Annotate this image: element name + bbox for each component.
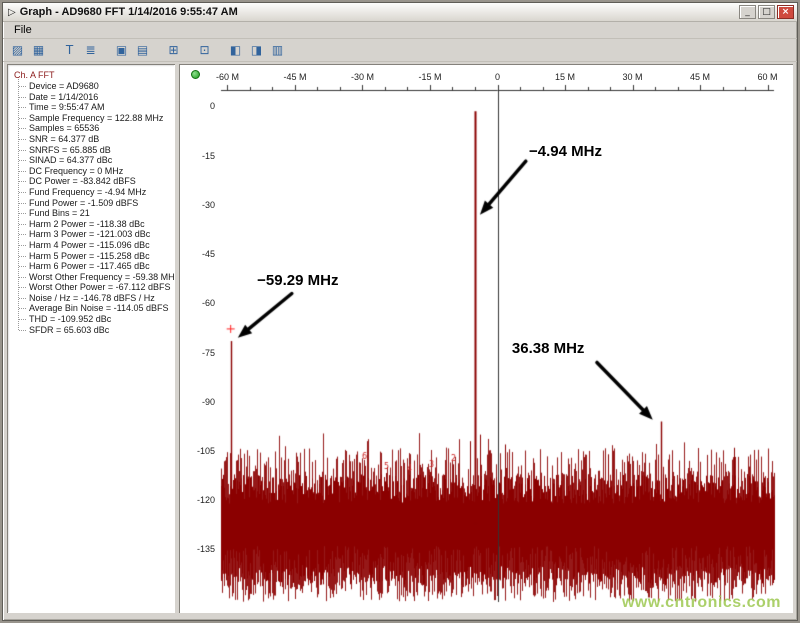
zoom-fit-button[interactable]: ◨: [246, 41, 267, 60]
titlebar: ▷ Graph - AD9680 FFT 1/14/2016 9:55:47 A…: [3, 3, 797, 22]
tree-root-ch-a-fft[interactable]: Ch. A FFT: [14, 70, 173, 81]
graph-window: ▷ Graph - AD9680 FFT 1/14/2016 9:55:47 A…: [2, 2, 798, 621]
tree-item[interactable]: Date = 1/14/2016: [18, 92, 173, 103]
toolbar-group: T≣: [59, 41, 101, 60]
tree-children: Device = AD9680Date = 1/14/2016Time = 9:…: [18, 81, 173, 335]
tree-item[interactable]: Device = AD9680: [18, 81, 173, 92]
toolbar-group: ⊞: [163, 41, 184, 60]
y-tick-label: -45: [183, 249, 215, 259]
close-button[interactable]: ×: [777, 5, 794, 19]
tree-item[interactable]: Harm 2 Power = -118.38 dBc: [18, 219, 173, 230]
zoom-y-button[interactable]: ▥: [267, 41, 288, 60]
toolbar: ▨▦ T≣ ▣▤ ⊞ ⊡ ◧◨▥: [3, 39, 797, 62]
x-tick-label: -60 M: [216, 72, 239, 82]
y-tick-label: -90: [183, 397, 215, 407]
trace-list-button[interactable]: ≣: [80, 41, 101, 60]
x-tick-label: 30 M: [622, 72, 642, 82]
minimize-button[interactable]: _: [739, 5, 756, 19]
x-tick-label: 45 M: [690, 72, 710, 82]
annotation-label: 36.38 MHz: [512, 340, 585, 357]
content-area: Ch. A FFT Device = AD9680Date = 1/14/201…: [3, 62, 797, 620]
x-tick-label: -30 M: [351, 72, 374, 82]
tree-item[interactable]: Samples = 65536: [18, 123, 173, 134]
x-tick-label: -45 M: [283, 72, 306, 82]
zoom-x-button[interactable]: ◧: [225, 41, 246, 60]
data-window-button[interactable]: ▦: [28, 41, 49, 60]
tree-item[interactable]: Noise / Hz = -146.78 dBFS / Hz: [18, 293, 173, 304]
y-tick-label: -75: [183, 348, 215, 358]
x-tick-label: 60 M: [758, 72, 778, 82]
tree-item[interactable]: Fund Frequency = -4.94 MHz: [18, 187, 173, 198]
save-button[interactable]: ▣: [111, 41, 132, 60]
maximize-button[interactable]: □: [758, 5, 775, 19]
menubar: File: [3, 22, 797, 39]
tree-item[interactable]: SNRFS = 65.885 dB: [18, 145, 173, 156]
tree-item[interactable]: SFDR = 65.603 dBc: [18, 325, 173, 336]
y-tick-label: -105: [183, 446, 215, 456]
export-button[interactable]: ▤: [132, 41, 153, 60]
x-tick-label: -15 M: [418, 72, 441, 82]
tree-item[interactable]: THD = -109.952 dBc: [18, 314, 173, 325]
status-led-icon: [191, 70, 200, 79]
window-title: Graph - AD9680 FFT 1/14/2016 9:55:47 AM: [20, 6, 737, 18]
tree-item[interactable]: Harm 3 Power = -121.003 dBc: [18, 229, 173, 240]
app-icon: ▷: [8, 7, 16, 18]
chart-canvas[interactable]: [179, 64, 793, 613]
annotation-label: −59.29 MHz: [257, 272, 338, 289]
toolbar-group: ▨▦: [7, 41, 49, 60]
x-tick-label: 0: [495, 72, 500, 82]
toolbar-group: ⊡: [194, 41, 215, 60]
tree-item[interactable]: Fund Power = -1.509 dBFS: [18, 198, 173, 209]
chart-panel: www.cntronics.com -60 M -45 M -30 M -15 M 0 1…: [179, 64, 793, 613]
x-tick-label: 15 M: [555, 72, 575, 82]
tree-item[interactable]: SNR = 64.377 dB: [18, 134, 173, 145]
markers-toggle-button[interactable]: ⊡: [194, 41, 215, 60]
tree-item[interactable]: Sample Frequency = 122.88 MHz: [18, 113, 173, 124]
tree-item[interactable]: Harm 5 Power = -115.258 dBc: [18, 251, 173, 262]
toolbar-group: ◧◨▥: [225, 41, 288, 60]
tree-item[interactable]: Harm 4 Power = -115.096 dBc: [18, 240, 173, 251]
tree-item[interactable]: Fund Bins = 21: [18, 208, 173, 219]
y-tick-label: 0: [183, 101, 215, 111]
tree-item[interactable]: Time = 9:55:47 AM: [18, 102, 173, 113]
desktop: ▷ Graph - AD9680 FFT 1/14/2016 9:55:47 A…: [0, 0, 800, 623]
plot-properties-button[interactable]: ▨: [7, 41, 28, 60]
y-tick-label: -60: [183, 298, 215, 308]
annotation-label: −4.94 MHz: [529, 143, 602, 160]
watermark: www.cntronics.com: [622, 594, 781, 612]
tree-item[interactable]: Average Bin Noise = -114.05 dBFS: [18, 303, 173, 314]
label-axes-button[interactable]: T: [59, 41, 80, 60]
tree-item[interactable]: SINAD = 64.377 dBc: [18, 155, 173, 166]
tree-item[interactable]: DC Power = -83.842 dBFS: [18, 176, 173, 187]
y-tick-label: -30: [183, 200, 215, 210]
tree-item[interactable]: Worst Other Power = -67.112 dBFS: [18, 282, 173, 293]
tree-item[interactable]: Harm 6 Power = -117.465 dBc: [18, 261, 173, 272]
grid-toggle-button[interactable]: ⊞: [163, 41, 184, 60]
tree-item[interactable]: Worst Other Frequency = -59.38 MHz: [18, 272, 173, 283]
menu-item-file[interactable]: File: [7, 23, 39, 37]
stats-tree-panel: Ch. A FFT Device = AD9680Date = 1/14/201…: [7, 64, 175, 613]
toolbar-group: ▣▤: [111, 41, 153, 60]
y-tick-label: -15: [183, 151, 215, 161]
y-tick-label: -135: [183, 544, 215, 554]
tree-item[interactable]: DC Frequency = 0 MHz: [18, 166, 173, 177]
y-tick-label: -120: [183, 495, 215, 505]
